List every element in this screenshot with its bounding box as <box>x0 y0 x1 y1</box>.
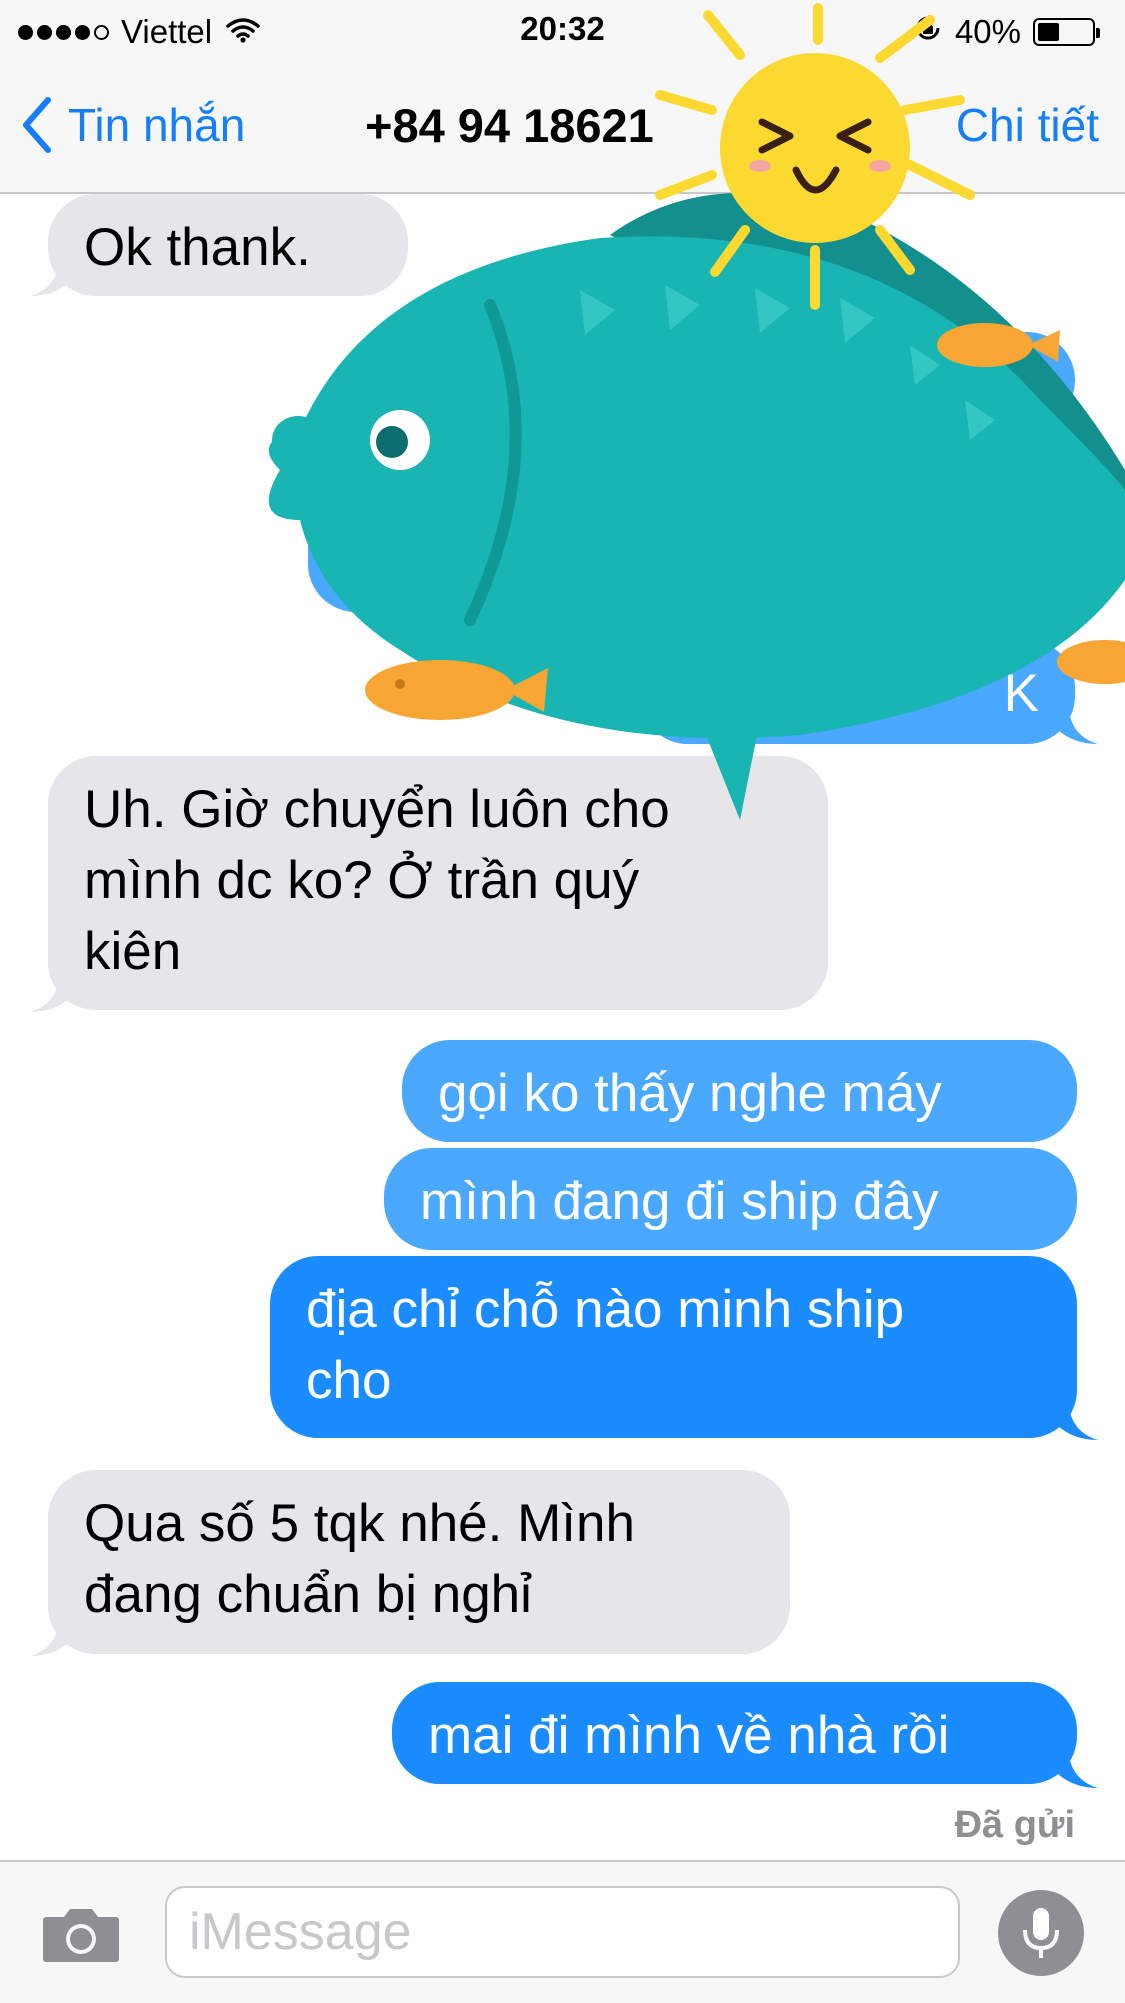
message-text: K <box>1003 664 1039 723</box>
incoming-message[interactable]: Qua số 5 tqk nhé. Mình đang chuẩn bị ngh… <box>48 1470 790 1654</box>
outgoing-message[interactable] <box>308 502 498 612</box>
message-line: đang chuẩn bị nghỉ <box>84 1565 532 1624</box>
microphone-button[interactable] <box>998 1890 1084 1976</box>
outgoing-message[interactable]: địa chỉ chỗ nào minh ship cho <box>270 1256 1077 1438</box>
message-line: kiên <box>84 922 182 981</box>
status-bar: Viettel 20:32 40% <box>0 0 1125 62</box>
status-right: 40% <box>913 10 1100 54</box>
message-text: gọi ko thấy nghe máy <box>438 1064 942 1123</box>
message-line: địa chỉ chỗ nào minh ship <box>306 1280 905 1339</box>
message-text: mai đi mình về nhà rồi <box>428 1706 950 1765</box>
message-text: Ok thank. <box>84 218 311 277</box>
details-button[interactable]: Chi tiết <box>956 98 1099 152</box>
message-input[interactable] <box>165 1886 960 1978</box>
bubble-tail <box>1058 704 1098 744</box>
bubble-tail <box>30 256 70 296</box>
battery-icon <box>1033 18 1100 46</box>
outgoing-message[interactable]: K <box>640 640 1075 744</box>
navigation-bar: Tin nhắn +84 94 18621 Chi tiết <box>0 62 1125 194</box>
message-text: mình đang đi ship đây <box>420 1172 939 1231</box>
incoming-message[interactable]: Uh. Giờ chuyển luôn cho mình dc ko? Ở tr… <box>48 756 828 1010</box>
bubble-tail <box>1058 1748 1098 1788</box>
contact-title[interactable]: +84 94 18621 <box>365 98 654 153</box>
rotation-lock-icon <box>913 13 943 51</box>
compose-bar <box>0 1860 1125 2003</box>
back-label: Tin nhắn <box>68 99 246 151</box>
bubble-tail <box>1058 1400 1098 1440</box>
delivered-status: Đã gửi <box>954 1804 1075 1846</box>
message-line: Qua số 5 tqk nhé. Mình <box>84 1494 635 1553</box>
bubble-tail <box>30 1616 70 1656</box>
message-thread[interactable]: Ok thank. K Uh. Giờ chuyển luôn cho mình… <box>0 192 1125 1860</box>
outgoing-message[interactable] <box>920 332 1075 428</box>
message-line: mình dc ko? Ở trần quý <box>84 851 640 910</box>
message-line: Uh. Giờ chuyển luôn cho <box>84 780 670 839</box>
bubble-tail <box>30 972 70 1012</box>
camera-button[interactable] <box>42 1905 120 1968</box>
message-line: cho <box>306 1351 392 1410</box>
battery-percent: 40% <box>954 13 1021 50</box>
outgoing-message[interactable]: mình đang đi ship đây <box>384 1148 1077 1250</box>
microphone-icon <box>1023 1908 1059 1958</box>
camera-icon <box>43 1909 119 1962</box>
outgoing-message[interactable]: gọi ko thấy nghe máy <box>402 1040 1077 1142</box>
back-button[interactable]: Tin nhắn <box>20 96 245 154</box>
outgoing-message[interactable]: mai đi mình về nhà rồi <box>392 1682 1077 1784</box>
chevron-left-icon <box>23 97 51 153</box>
incoming-message[interactable]: Ok thank. <box>48 194 408 296</box>
